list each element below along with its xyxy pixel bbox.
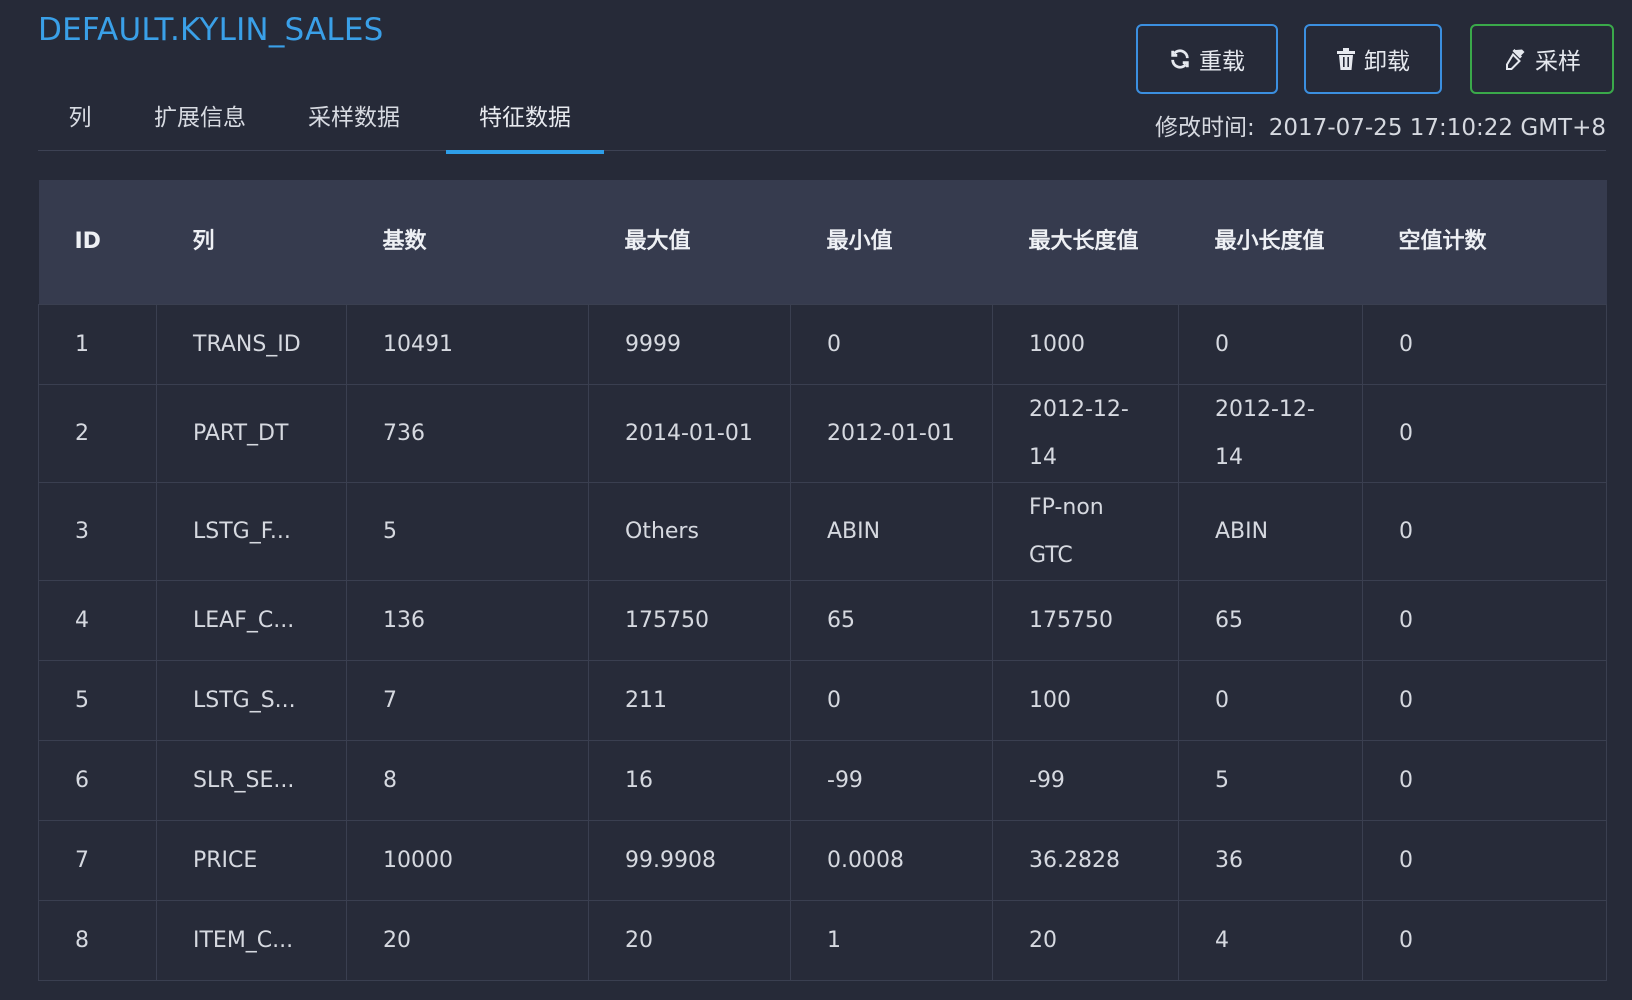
cell-max-value: 211 [588,660,791,741]
cell-id: 3 [38,482,157,581]
table-row: 8 ITEM_C... 20 20 1 20 4 0 [38,900,1607,981]
cell-max-length-value: 175750 [992,580,1179,661]
cell-min-length-value: 4 [1178,900,1363,981]
cell-max-value: 99.9908 [588,820,791,901]
col-header-max-length-value[interactable]: 最大长度值 [993,180,1179,305]
eyedropper-icon [1506,49,1525,70]
unload-label: 卸载 [1364,49,1410,75]
cell-max-value: 20 [588,900,791,981]
cell-cardinality: 10491 [346,304,589,385]
reload-button[interactable]: 重载 [1136,24,1278,94]
cell-max-value: 175750 [588,580,791,661]
cell-min-value: 1 [790,900,993,981]
cell-id: 6 [38,740,157,821]
modified-time-value: 2017-07-25 17:10:22 GMT+8 [1268,115,1606,141]
cell-min-value: ABIN [790,482,993,581]
cell-cardinality: 20 [346,900,589,981]
cell-null-count: 0 [1362,900,1607,981]
cell-cardinality: 7 [346,660,589,741]
cell-cardinality: 10000 [346,820,589,901]
cell-column: LEAF_C... [156,580,347,661]
tab-feature-data[interactable]: 特征数据 [446,98,604,154]
cell-null-count: 0 [1362,482,1607,581]
cell-id: 8 [38,900,157,981]
modified-time-label: 修改时间: [1155,115,1255,141]
cell-max-value: 16 [588,740,791,821]
tab-extended-info[interactable]: 扩展信息 [138,98,262,150]
table-header-row: ID 列 基数 最大值 最小值 最大长度值 最小长度值 空值计数 [38,180,1607,305]
cell-min-length-value: 2012-12-14 [1178,384,1363,483]
refresh-icon [1171,49,1189,69]
cell-cardinality: 8 [346,740,589,821]
sample-button[interactable]: 采样 [1470,24,1614,94]
cell-column: TRANS_ID [156,304,347,385]
cell-null-count: 0 [1362,384,1607,483]
col-header-id[interactable]: ID [39,180,157,305]
cell-min-length-value: ABIN [1178,482,1363,581]
cell-min-value: 0 [790,304,993,385]
cell-min-length-value: 65 [1178,580,1363,661]
cell-max-length-value: 2012-12-14 [992,384,1179,483]
cell-column: ITEM_C... [156,900,347,981]
cell-max-value: Others [588,482,791,581]
modified-time: 修改时间: 2017-07-25 17:10:22 GMT+8 [1155,108,1606,142]
col-header-cardinality[interactable]: 基数 [347,180,589,305]
cell-max-length-value: 100 [992,660,1179,741]
cell-min-value: -99 [790,740,993,821]
col-header-min-value[interactable]: 最小值 [791,180,993,305]
cell-min-length-value: 5 [1178,740,1363,821]
sample-label: 采样 [1535,49,1581,75]
table-row: 1 TRANS_ID 10491 9999 0 1000 0 0 [38,304,1607,385]
cell-min-length-value: 0 [1178,660,1363,741]
table-row: 2 PART_DT 736 2014-01-01 2012-01-01 2012… [38,384,1607,483]
trash-icon [1337,48,1355,70]
cell-column: LSTG_S... [156,660,347,741]
feature-data-table: ID 列 基数 最大值 最小值 最大长度值 最小长度值 空值计数 1 TRANS… [38,180,1607,981]
cell-id: 5 [38,660,157,741]
cell-cardinality: 736 [346,384,589,483]
cell-min-length-value: 36 [1178,820,1363,901]
cell-max-length-value: 20 [992,900,1179,981]
cell-min-value: 0.0008 [790,820,993,901]
tab-sample-data[interactable]: 采样数据 [292,98,416,150]
col-header-null-count[interactable]: 空值计数 [1363,180,1607,305]
cell-id: 1 [38,304,157,385]
cell-column: PRICE [156,820,347,901]
table-row: 3 LSTG_F... 5 Others ABIN FP-non GTC ABI… [38,482,1607,581]
cell-max-length-value: 1000 [992,304,1179,385]
cell-null-count: 0 [1362,820,1607,901]
reload-label: 重载 [1199,49,1245,75]
cell-id: 4 [38,580,157,661]
cell-cardinality: 5 [346,482,589,581]
cell-id: 7 [38,820,157,901]
cell-max-value: 9999 [588,304,791,385]
cell-null-count: 0 [1362,580,1607,661]
cell-min-value: 2012-01-01 [790,384,993,483]
cell-column: LSTG_F... [156,482,347,581]
cell-null-count: 0 [1362,660,1607,741]
unload-button[interactable]: 卸载 [1304,24,1442,94]
table-row: 6 SLR_SE... 8 16 -99 -99 5 0 [38,740,1607,821]
cell-id: 2 [38,384,157,483]
cell-cardinality: 136 [346,580,589,661]
cell-null-count: 0 [1362,304,1607,385]
table-row: 5 LSTG_S... 7 211 0 100 0 0 [38,660,1607,741]
table-title: DEFAULT.KYLIN_SALES [38,12,384,48]
col-header-min-length-value[interactable]: 最小长度值 [1179,180,1363,305]
cell-max-length-value: 36.2828 [992,820,1179,901]
cell-max-length-value: -99 [992,740,1179,821]
col-header-column[interactable]: 列 [157,180,347,305]
cell-column: PART_DT [156,384,347,483]
cell-min-value: 0 [790,660,993,741]
cell-max-value: 2014-01-01 [588,384,791,483]
cell-column: SLR_SE... [156,740,347,821]
cell-max-length-value: FP-non GTC [992,482,1179,581]
tab-columns[interactable]: 列 [38,98,122,150]
cell-min-value: 65 [790,580,993,661]
cell-min-length-value: 0 [1178,304,1363,385]
table-row: 7 PRICE 10000 99.9908 0.0008 36.2828 36 … [38,820,1607,901]
table-row: 4 LEAF_C... 136 175750 65 175750 65 0 [38,580,1607,661]
cell-null-count: 0 [1362,740,1607,821]
col-header-max-value[interactable]: 最大值 [589,180,791,305]
